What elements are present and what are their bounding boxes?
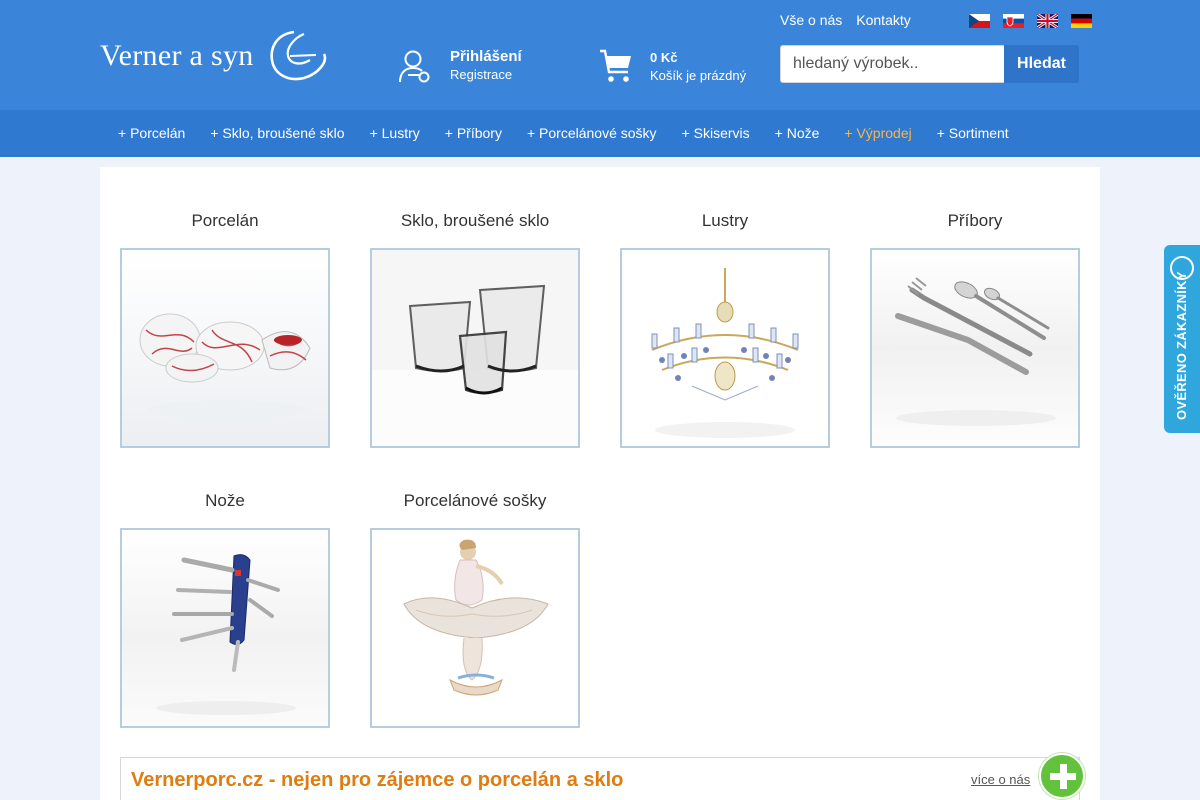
flag-sk-icon[interactable] (1003, 14, 1024, 28)
main-nav: + Porcelán + Sklo, broušené sklo + Lustr… (0, 110, 1200, 157)
chandelier-image[interactable] (620, 248, 830, 448)
expand-plus-icon[interactable] (1039, 753, 1085, 799)
nav-item-skiservis[interactable]: + Skiservis (682, 125, 750, 141)
verified-badge[interactable]: OVĚŘENO ZÁKAZNÍKY (1164, 245, 1200, 433)
category-title[interactable]: Porcelán (120, 210, 330, 232)
category-title[interactable]: Nože (120, 490, 330, 512)
flag-de-icon[interactable] (1071, 14, 1092, 28)
link-about[interactable]: Vše o nás (780, 12, 842, 28)
glass-image[interactable] (370, 248, 580, 448)
flag-en-icon[interactable] (1037, 14, 1058, 28)
nav-item-sosky[interactable]: + Porcelánové sošky (527, 125, 657, 141)
link-contacts[interactable]: Kontakty (856, 12, 910, 28)
category-title[interactable]: Sklo, broušené sklo (370, 210, 580, 232)
nav-item-sklo[interactable]: + Sklo, broušené sklo (210, 125, 344, 141)
search-input[interactable] (780, 45, 1004, 83)
language-switcher (969, 14, 1092, 28)
logo-text: Verner a syn (100, 39, 254, 72)
figurine-image[interactable] (370, 528, 580, 728)
category-title[interactable]: Porcelánové sošky (370, 490, 580, 512)
top-links: Vše o nás Kontakty (780, 12, 911, 28)
nav-item-sortiment[interactable]: + Sortiment (937, 125, 1009, 141)
nav-item-noze[interactable]: + Nože (775, 125, 820, 141)
flag-cz-icon[interactable] (969, 14, 990, 28)
nav-item-lustry[interactable]: + Lustry (370, 125, 420, 141)
cart-price: 0 Kč (650, 50, 678, 65)
site-header: Verner a syn Vše o nás Kontakty Přihláše… (0, 0, 1200, 110)
logo[interactable]: Verner a syn (100, 28, 330, 84)
cart-box[interactable]: 0 Kč Košík je prázdný (598, 48, 746, 84)
cart-status: Košík je prázdný (650, 68, 747, 83)
about-title: Vernerporc.cz - nejen pro zájemce o porc… (131, 769, 624, 791)
user-icon (399, 50, 430, 83)
category-card-sklo[interactable]: Sklo, broušené sklo (370, 210, 580, 448)
cart-summary: 0 Kč Košík je prázdný (650, 48, 746, 83)
porcelain-image[interactable] (120, 248, 330, 448)
nav-item-porcelan[interactable]: + Porcelán (118, 125, 185, 141)
category-card-lustry[interactable]: Lustry (620, 210, 830, 448)
account-box[interactable]: Přihlášení Registrace (398, 48, 522, 84)
logo-swirl-icon (269, 30, 326, 81)
nav-item-vyprodej[interactable]: + Výprodej (844, 125, 911, 141)
category-card-sosky[interactable]: Porcelánové sošky (370, 490, 580, 728)
category-card-noze[interactable]: Nože (120, 490, 330, 728)
about-box: Vernerporc.cz - nejen pro zájemce o porc… (120, 753, 1085, 800)
cart-icon (600, 49, 631, 82)
search-form: Hledat (780, 45, 1079, 83)
verified-badge-text: OVĚŘENO ZÁKAZNÍKY (1174, 271, 1189, 420)
category-title[interactable]: Příbory (870, 210, 1080, 232)
nav-item-pribory[interactable]: + Příbory (445, 125, 502, 141)
category-title[interactable]: Lustry (620, 210, 830, 232)
category-card-pribory[interactable]: Příbory (870, 210, 1080, 448)
about-more-link[interactable]: více o nás (971, 772, 1030, 787)
category-card-porcelan[interactable]: Porcelán (120, 210, 330, 448)
register-link[interactable]: Registrace (450, 67, 522, 82)
search-button[interactable]: Hledat (1004, 45, 1079, 83)
cutlery-image[interactable] (870, 248, 1080, 448)
account-links: Přihlášení Registrace (450, 48, 522, 82)
knife-image[interactable] (120, 528, 330, 728)
login-link[interactable]: Přihlášení (450, 48, 522, 65)
